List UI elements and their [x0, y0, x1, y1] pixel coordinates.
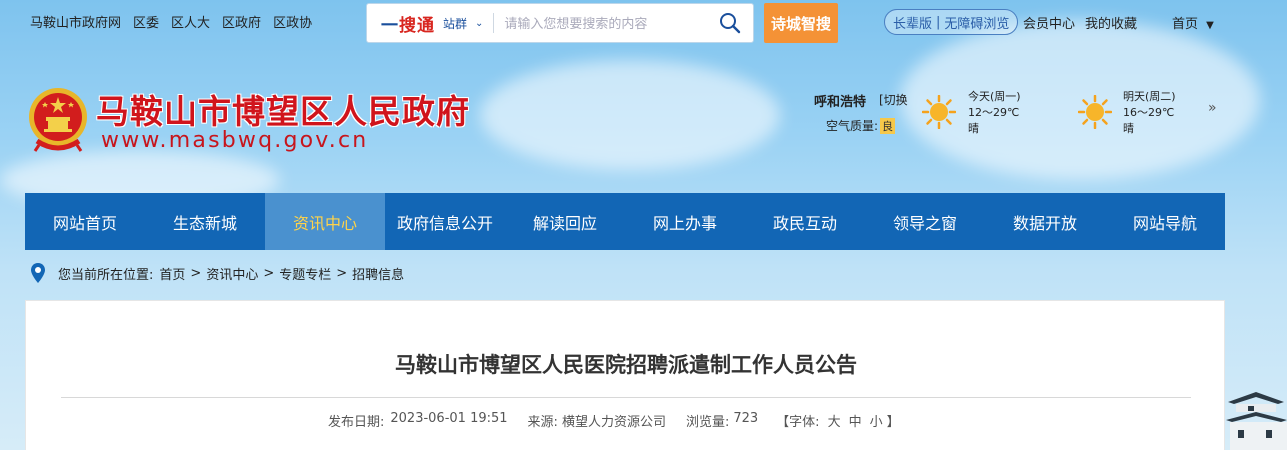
nav-item-interaction[interactable]: 政民互动	[745, 193, 865, 250]
source-label: 来源:	[527, 415, 558, 430]
article-meta: 发布日期: 2023-06-01 19:51 来源: 横望人力资源公司 浏览量:…	[328, 411, 900, 430]
site-title: 马鞍山市博望区人民政府	[96, 92, 470, 131]
location-pin-icon	[31, 263, 45, 283]
search-logo-prefix: 一	[381, 15, 399, 36]
barrier-free-link[interactable]: 无障碍浏览	[944, 13, 1009, 32]
weather-tomorrow-day: 明天(周二)	[1123, 90, 1176, 103]
breadcrumb-label: 您当前所在位置:	[58, 267, 154, 283]
nav-item-home[interactable]: 网站首页	[25, 193, 145, 250]
publish-date: 2023-06-01 19:51	[390, 411, 508, 426]
weather-tomorrow-cond: 晴	[1123, 122, 1134, 135]
weather-today-cond: 晴	[968, 122, 979, 135]
poetry-city-search-button[interactable]: 诗城智搜	[764, 3, 838, 43]
search-box: 一搜通 站群 ⌄	[366, 3, 754, 43]
user-links: 会员中心 我的收藏	[1023, 13, 1137, 32]
weather-today-day: 今天(周一)	[968, 90, 1021, 103]
nav-item-interpretation[interactable]: 解读回应	[505, 193, 625, 250]
breadcrumb-separator: >	[263, 265, 275, 281]
member-center-link[interactable]: 会员中心	[1023, 13, 1075, 32]
nav-item-online-services[interactable]: 网上办事	[625, 193, 745, 250]
search-input[interactable]	[504, 15, 695, 31]
cloud-decoration	[480, 60, 780, 170]
article-title: 马鞍山市博望区人民医院招聘派遣制工作人员公告	[395, 353, 857, 377]
breadcrumb-special-topics[interactable]: 专题专栏	[279, 264, 331, 283]
weather-city-switch[interactable]: [切换	[879, 91, 908, 108]
link-district-cppcc[interactable]: 区政协	[273, 12, 312, 31]
font-size-close: 】	[886, 415, 900, 430]
chevron-down-icon[interactable]: ⌄	[475, 18, 483, 29]
nav-item-site-map[interactable]: 网站导航	[1105, 193, 1225, 250]
weather-tomorrow-temp: 16～29℃	[1123, 106, 1175, 119]
views-count: 723	[733, 411, 759, 426]
national-emblem-icon	[29, 88, 87, 152]
article-panel: 马鞍山市博望区人民医院招聘派遣制工作人员公告 发布日期: 2023-06-01 …	[25, 300, 1225, 450]
breadcrumb: 您当前所在位置: 首页 > 资讯中心 > 专题专栏 > 招聘信息	[25, 262, 404, 284]
sunny-icon	[922, 95, 956, 129]
weather-today-temp: 12～29℃	[968, 106, 1020, 119]
homepage-label: 首页	[1172, 17, 1199, 32]
elder-mode-link[interactable]: 长辈版	[893, 13, 932, 32]
site-url: www.masbwq.gov.cn	[101, 128, 369, 153]
favorites-link[interactable]: 我的收藏	[1085, 13, 1137, 32]
publish-date-label: 发布日期:	[328, 415, 385, 430]
breadcrumb-separator: >	[336, 265, 348, 281]
homepage-dropdown[interactable]: 首页 ▼	[1172, 13, 1214, 32]
nav-item-gov-info[interactable]: 政府信息公开	[385, 193, 505, 250]
font-size-medium[interactable]: 中	[849, 411, 862, 430]
caret-down-icon: ▼	[1206, 20, 1214, 31]
air-quality: 空气质量: 良	[826, 117, 896, 134]
divider	[61, 397, 1191, 398]
search-logo: 一搜通	[381, 11, 435, 36]
link-city-gov[interactable]: 马鞍山市政府网	[30, 12, 121, 31]
search-scope-select[interactable]: 站群	[443, 15, 467, 32]
air-quality-label: 空气质量:	[826, 119, 879, 133]
weather-today: 今天(周一) 12～29℃ 晴	[968, 89, 1021, 137]
divider: |	[936, 14, 941, 30]
search-logo-main: 搜通	[399, 15, 435, 36]
link-district-congress[interactable]: 区人大	[171, 12, 210, 31]
breadcrumb-separator: >	[190, 265, 202, 281]
top-bar: 马鞍山市政府网 区委 区人大 区政府 区政协 一搜通 站群 ⌄ 诗城智搜 长辈版…	[0, 0, 1287, 43]
views-label: 浏览量:	[685, 415, 730, 430]
air-quality-badge: 良	[880, 118, 896, 134]
nav-item-eco-city[interactable]: 生态新城	[145, 193, 265, 250]
nav-item-open-data[interactable]: 数据开放	[985, 193, 1105, 250]
accessibility-toggle: 长辈版 | 无障碍浏览	[884, 9, 1019, 35]
link-district-committee[interactable]: 区委	[133, 12, 159, 31]
font-size-small[interactable]: 小	[870, 411, 883, 430]
font-size-label: 【字体:	[776, 415, 820, 430]
divider	[493, 13, 495, 33]
double-chevron-right-icon[interactable]: »	[1208, 100, 1217, 116]
source-value: 横望人力资源公司	[561, 415, 666, 430]
breadcrumb-home[interactable]: 首页	[159, 264, 185, 283]
sunny-icon	[1078, 95, 1112, 129]
search-icon[interactable]	[719, 12, 741, 34]
breadcrumb-recruitment[interactable]: 招聘信息	[352, 264, 404, 283]
nav-item-news-center[interactable]: 资讯中心	[265, 193, 385, 250]
breadcrumb-news-center[interactable]: 资讯中心	[206, 264, 258, 283]
weather-tomorrow: 明天(周二) 16～29℃ 晴	[1123, 89, 1176, 137]
main-nav: 网站首页 生态新城 资讯中心 政府信息公开 解读回应 网上办事 政民互动 领导之…	[25, 193, 1225, 250]
top-links: 马鞍山市政府网 区委 区人大 区政府 区政协	[30, 12, 312, 31]
weather-city: 呼和浩特	[814, 95, 867, 110]
link-district-gov[interactable]: 区政府	[222, 12, 261, 31]
pavilion-decoration-icon	[1226, 392, 1287, 450]
nav-item-leaders[interactable]: 领导之窗	[865, 193, 985, 250]
font-size-large[interactable]: 大	[828, 411, 841, 430]
